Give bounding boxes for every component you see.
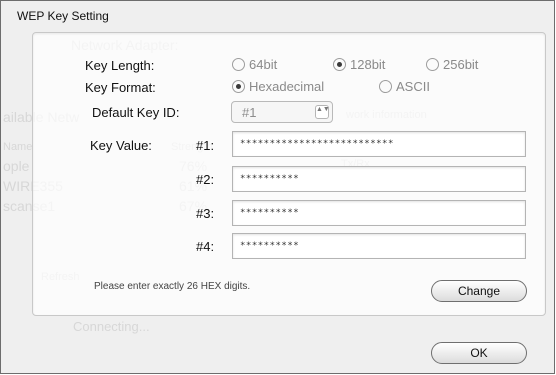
radio-hexadecimal-button[interactable]: [232, 80, 245, 93]
select-arrows-icon: ▲▼: [315, 105, 330, 119]
change-button[interactable]: Change: [431, 280, 527, 302]
radio-hexadecimal-label: Hexadecimal: [249, 79, 325, 94]
key-format-label: Key Format:: [85, 80, 156, 95]
window-title: WEP Key Setting: [17, 9, 109, 23]
hint-text: Please enter exactly 26 HEX digits.: [94, 281, 251, 292]
key-3-field[interactable]: **********: [232, 200, 526, 226]
radio-64bit-label: 64bit: [249, 57, 278, 72]
ok-button[interactable]: OK: [431, 342, 527, 364]
wep-key-setting-window: WEP Key Setting Network Adapter: ailable…: [0, 0, 555, 374]
ghost-connecting: Connecting...: [73, 319, 150, 334]
radio-hexadecimal[interactable]: Hexadecimal: [232, 79, 324, 94]
radio-256bit-label: 256bit: [443, 57, 479, 72]
radio-64bit-button[interactable]: [232, 58, 245, 71]
radio-128bit-button[interactable]: [333, 58, 346, 71]
ghost-network-1: ople: [3, 158, 30, 174]
radio-ascii-button[interactable]: [379, 80, 392, 93]
key-4-field[interactable]: **********: [232, 233, 526, 259]
radio-ascii-label: ASCII: [396, 79, 430, 94]
radio-256bit-button[interactable]: [426, 58, 439, 71]
radio-64bit[interactable]: 64bit: [232, 57, 277, 72]
key-1-field[interactable]: **************************: [232, 131, 526, 157]
default-key-id-select[interactable]: #1 ▲▼: [231, 101, 333, 123]
radio-ascii[interactable]: ASCII: [379, 79, 430, 94]
default-key-id-value: #1: [242, 105, 257, 120]
key-4-label: #4:: [196, 239, 215, 254]
radio-128bit-label: 128bit: [350, 57, 386, 72]
key-3-label: #3:: [196, 206, 215, 221]
radio-256bit[interactable]: 256bit: [426, 57, 478, 72]
key-2-field[interactable]: **********: [232, 166, 526, 192]
key-value-label: Key Value:: [90, 138, 152, 153]
default-key-id-label: Default Key ID:: [92, 105, 180, 120]
key-2-label: #2:: [196, 172, 215, 187]
key-1-label: #1:: [196, 138, 215, 153]
radio-128bit[interactable]: 128bit: [333, 57, 385, 72]
ghost-name-label: Name: [3, 141, 33, 153]
key-length-label: Key Length:: [85, 58, 155, 73]
